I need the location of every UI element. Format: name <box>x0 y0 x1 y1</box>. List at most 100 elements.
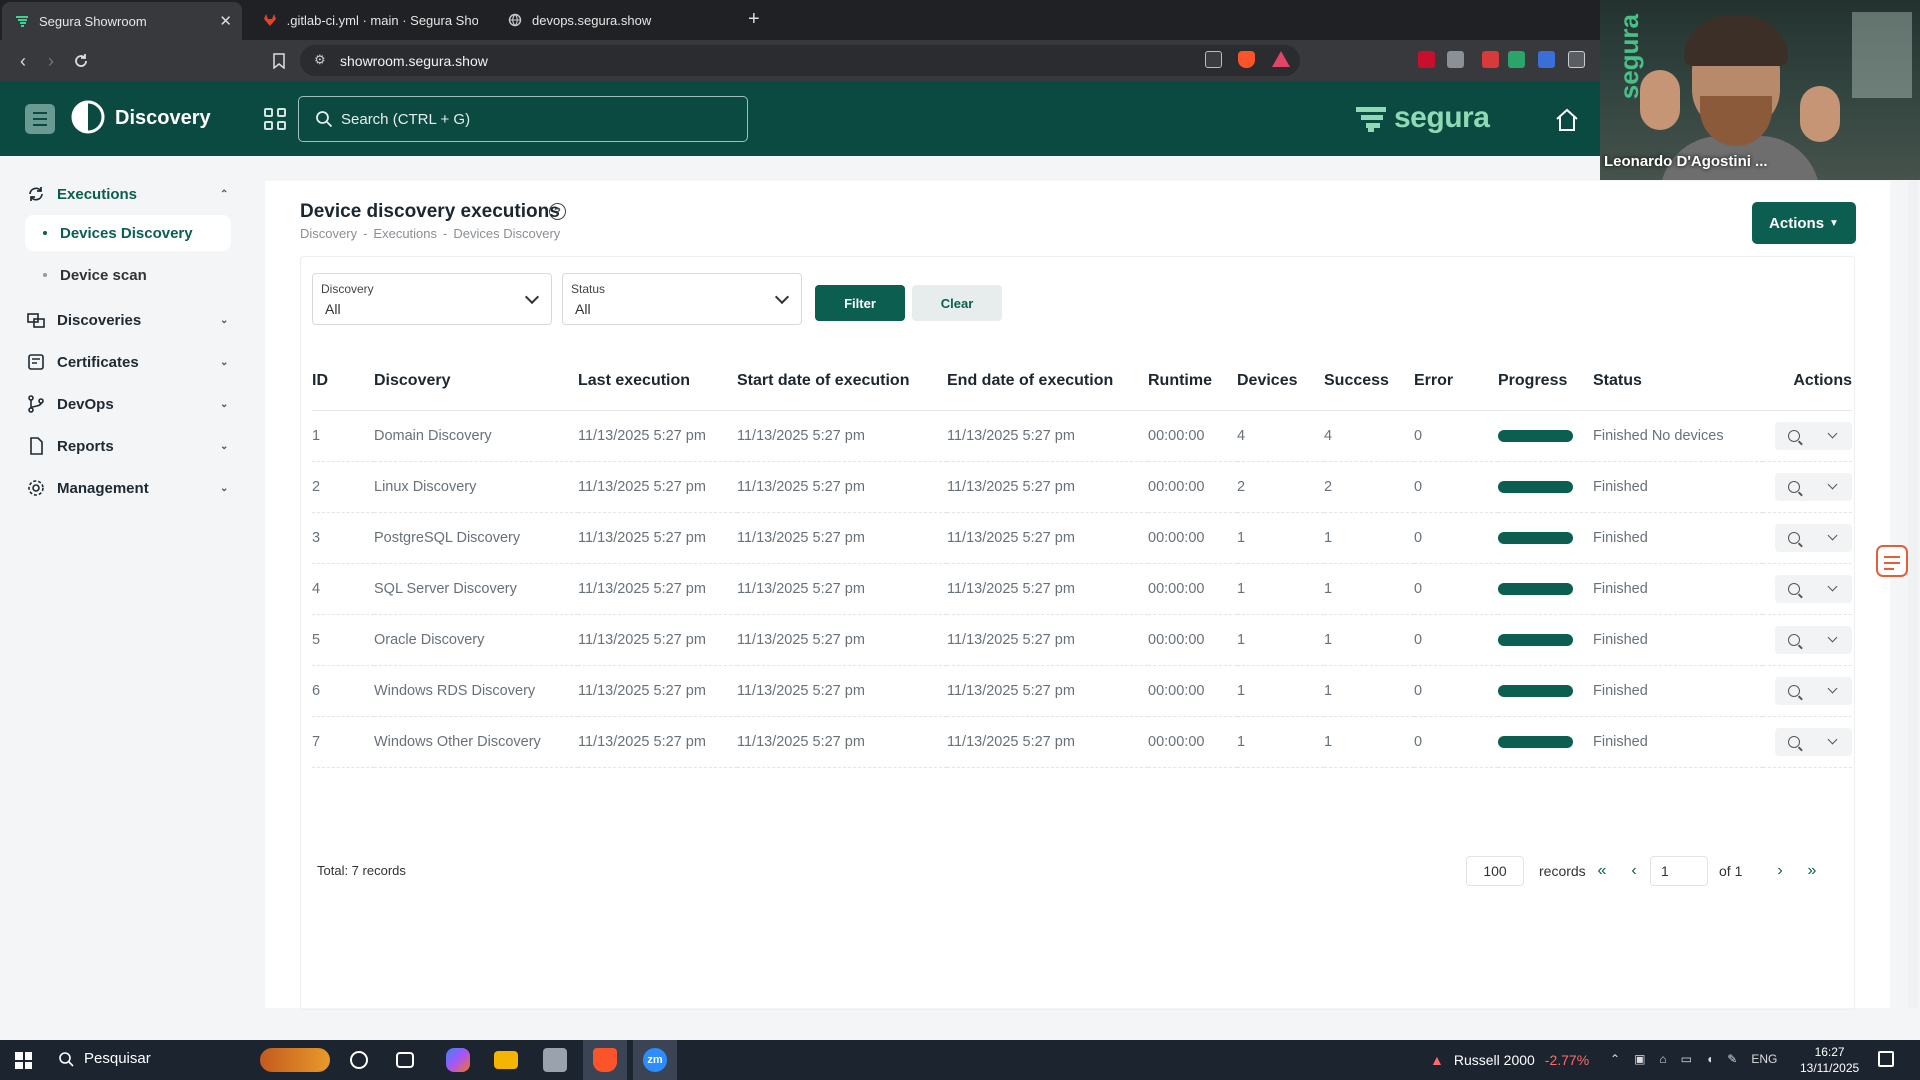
forward-icon[interactable]: › <box>38 48 64 74</box>
page-scrollbar[interactable] <box>1908 181 1918 1008</box>
extension-off-icon[interactable] <box>1482 51 1499 68</box>
ublock-extension-icon[interactable] <box>1418 51 1435 68</box>
taskbar-search[interactable]: Pesquisar <box>58 1050 151 1067</box>
share-icon[interactable] <box>1205 51 1222 68</box>
sidebar-item-executions[interactable]: Executions ⌃ <box>0 176 242 212</box>
site-settings-icon[interactable]: ⚙ <box>314 52 326 68</box>
zoom-app-icon[interactable]: zm <box>643 1048 667 1072</box>
taskbar-clock[interactable]: 16:27 13/11/2025 <box>1800 1044 1859 1076</box>
table-row[interactable]: 3 PostgreSQL Discovery 11/13/2025 5:27 pm 1… <box>312 512 1853 564</box>
pen-icon[interactable]: ✎ <box>1727 1052 1737 1066</box>
sidebar-item-management[interactable]: Management ⌄ <box>0 470 242 506</box>
browser-tab-devops[interactable]: devops.segura.show <box>495 0 735 40</box>
view-details-button[interactable] <box>1775 728 1814 756</box>
reload-icon[interactable] <box>68 48 94 74</box>
row-menu-button[interactable] <box>1814 422 1853 450</box>
breadcrumb-item[interactable]: Discovery <box>300 226 357 241</box>
column-header[interactable]: End date of execution <box>947 352 1148 411</box>
column-header[interactable]: Start date of execution <box>737 352 947 411</box>
row-menu-button[interactable] <box>1814 677 1853 705</box>
table-row[interactable]: 1 Domain Discovery 11/13/2025 5:27 pm 11/13… <box>312 410 1853 462</box>
table-row[interactable]: 4 SQL Server Discovery 11/13/2025 5:27 pm 1… <box>312 563 1853 615</box>
row-menu-button[interactable] <box>1814 524 1853 552</box>
global-search-input[interactable]: Search (CTRL + G) <box>298 96 748 142</box>
market-ticker[interactable]: ▲ Russell 2000 -2.77% <box>1430 1052 1589 1068</box>
notifications-icon[interactable] <box>1878 1051 1894 1067</box>
table-row[interactable]: 6 Windows RDS Discovery 11/13/2025 5:27 pm… <box>312 665 1853 717</box>
extension-blue-icon[interactable] <box>1538 51 1555 68</box>
filter-button[interactable]: Filter <box>815 285 905 321</box>
cell-devices: 1 <box>1237 563 1324 615</box>
table-row[interactable]: 2 Linux Discovery 11/13/2025 5:27 pm 11/13/… <box>312 461 1853 513</box>
autumn-widget-icon[interactable] <box>260 1048 330 1072</box>
url-field[interactable]: ⚙ showroom.segura.show <box>300 45 1300 76</box>
row-menu-button[interactable] <box>1814 728 1853 756</box>
volume-icon[interactable]: ◖ <box>1706 1052 1713 1066</box>
column-header[interactable]: ID <box>312 352 374 411</box>
last-page-icon[interactable]: » <box>1803 862 1821 880</box>
sidebar-toggle-icon[interactable] <box>1568 51 1585 68</box>
row-menu-button[interactable] <box>1814 626 1853 654</box>
new-tab-button[interactable]: + <box>748 8 760 31</box>
sidebar-subitem-device-scan[interactable]: Device scan <box>25 257 231 293</box>
breadcrumb-item[interactable]: Executions <box>373 226 437 241</box>
bookmark-icon[interactable] <box>266 48 292 74</box>
sidebar-item-discoveries[interactable]: Discoveries ⌄ <box>0 302 242 338</box>
view-details-button[interactable] <box>1775 422 1814 450</box>
help-icon[interactable]: ? <box>549 203 566 220</box>
column-header[interactable]: Success <box>1324 352 1414 411</box>
sidebar-item-devops[interactable]: DevOps ⌄ <box>0 386 242 422</box>
view-details-button[interactable] <box>1775 524 1814 552</box>
home-icon[interactable] <box>1554 107 1580 133</box>
sidebar-item-reports[interactable]: Reports ⌄ <box>0 428 242 464</box>
actions-dropdown-button[interactable]: Actions ▼ <box>1752 202 1856 244</box>
column-header[interactable]: Runtime <box>1148 352 1237 411</box>
windows-start-icon[interactable] <box>15 1052 32 1069</box>
app-icon[interactable] <box>543 1048 567 1072</box>
language-indicator[interactable]: ENG <box>1751 1052 1777 1066</box>
brave-browser-icon[interactable] <box>593 1048 617 1072</box>
page-number-input[interactable]: 1 <box>1650 856 1708 886</box>
copilot-icon[interactable] <box>446 1048 470 1072</box>
column-header[interactable]: Devices <box>1237 352 1324 411</box>
file-explorer-icon[interactable] <box>494 1051 518 1069</box>
next-page-icon[interactable]: › <box>1771 862 1789 880</box>
discovery-filter-select[interactable]: Discovery All <box>312 273 552 325</box>
page-size-input[interactable]: 100 <box>1466 856 1524 886</box>
brave-shields-icon[interactable] <box>1238 51 1255 68</box>
brave-rewards-icon[interactable] <box>1272 51 1290 67</box>
table-row[interactable]: 7 Windows Other Discovery 11/13/2025 5:27 … <box>312 716 1853 768</box>
row-menu-button[interactable] <box>1814 473 1853 501</box>
column-header[interactable]: Error <box>1414 352 1498 411</box>
back-icon[interactable]: ‹ <box>10 48 36 74</box>
column-header[interactable]: Discovery <box>374 352 578 411</box>
menu-toggle-button[interactable] <box>25 104 55 134</box>
usb-icon[interactable]: ⌂ <box>1659 1052 1666 1066</box>
segura-extension-icon[interactable] <box>1508 51 1525 68</box>
task-view-icon[interactable] <box>396 1052 414 1068</box>
column-header[interactable]: Status <box>1593 352 1763 411</box>
feedback-chat-icon[interactable] <box>1876 545 1908 577</box>
chevron-up-icon[interactable]: ⌃ <box>1610 1052 1620 1066</box>
status-filter-select[interactable]: Status All <box>562 273 802 325</box>
extension-icon[interactable] <box>1447 51 1464 68</box>
view-details-button[interactable] <box>1775 473 1814 501</box>
apps-grid-icon[interactable] <box>264 108 286 130</box>
close-tab-icon[interactable]: ✕ <box>219 12 232 30</box>
browser-tab-segura-showroom[interactable]: Segura Showroom ✕ <box>2 2 242 40</box>
view-details-button[interactable] <box>1775 575 1814 603</box>
network-icon[interactable]: ▭ <box>1681 1052 1692 1066</box>
view-details-button[interactable] <box>1775 677 1814 705</box>
column-header[interactable]: Last execution <box>578 352 737 411</box>
browser-tab-gitlab[interactable]: .gitlab-ci.yml · main · Segura Showroo <box>250 0 490 40</box>
cortana-icon[interactable] <box>350 1051 368 1069</box>
sidebar-subitem-devices-discovery[interactable]: Devices Discovery <box>25 215 231 251</box>
sidebar-item-certificates[interactable]: Certificates ⌄ <box>0 344 242 380</box>
view-details-button[interactable] <box>1775 626 1814 654</box>
table-row[interactable]: 5 Oracle Discovery 11/13/2025 5:27 pm 11/13… <box>312 614 1853 666</box>
clear-button[interactable]: Clear <box>912 285 1002 321</box>
camera-icon[interactable]: ▣ <box>1634 1052 1645 1066</box>
previous-page-icon[interactable]: ‹ <box>1625 862 1643 880</box>
row-menu-button[interactable] <box>1814 575 1853 603</box>
first-page-icon[interactable]: « <box>1593 862 1611 880</box>
